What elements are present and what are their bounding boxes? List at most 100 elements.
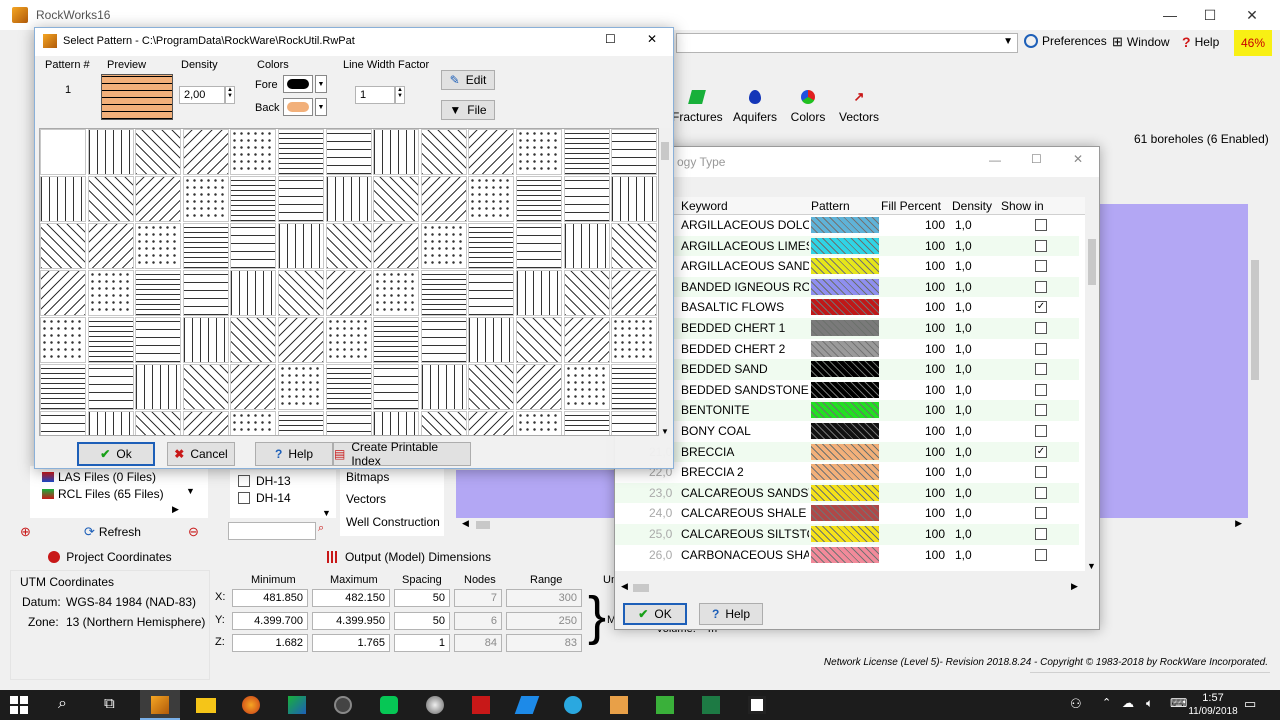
table-row[interactable]: 5,0BEDDED CHERT 11001,0 (615, 318, 1079, 339)
pattern-cell[interactable] (420, 364, 467, 410)
pattern-swatch[interactable] (811, 526, 879, 542)
table-row[interactable]: 22,0 BRECCIA 2 100 1,0 (615, 462, 1079, 483)
table-row[interactable]: 26,0 CARBONACEOUS SHALI 100 1,0 (615, 544, 1079, 566)
people-icon[interactable]: ⚇ (1070, 696, 1082, 712)
minimize-icon[interactable]: — (1148, 0, 1192, 30)
app-icon[interactable] (334, 696, 352, 714)
pattern-cell[interactable] (182, 176, 229, 222)
network-icon[interactable]: ☁ (1122, 696, 1134, 710)
pattern-cell[interactable] (40, 317, 86, 363)
pattern-cell[interactable] (611, 270, 658, 316)
app-icon[interactable] (748, 696, 766, 714)
pattern-cell[interactable] (563, 364, 610, 410)
pattern-cell[interactable] (182, 364, 229, 410)
task-view-icon[interactable]: ⧉ (104, 695, 115, 712)
pattern-cancel-button[interactable]: ✖ Cancel (167, 442, 235, 466)
show-legend-checkbox[interactable] (1035, 383, 1047, 396)
pattern-cell[interactable] (87, 176, 134, 222)
pattern-cell[interactable] (468, 270, 515, 316)
pattern-cell[interactable] (468, 317, 515, 363)
lithology-help-button[interactable]: ? Help (699, 603, 763, 625)
line-icon[interactable] (380, 696, 398, 714)
app-icon[interactable] (426, 696, 444, 714)
pattern-swatch[interactable] (811, 258, 879, 275)
pattern-cell[interactable] (325, 317, 372, 363)
pattern-swatch[interactable] (811, 361, 879, 378)
layout-dropdown[interactable]: ▼ (676, 33, 1018, 53)
table-row[interactable]: 0,0BONY COAL1001,0 (615, 421, 1079, 442)
table-row[interactable]: 3,0BANDED IGNEOUS ROC1001,0 (615, 276, 1079, 298)
pattern-cell[interactable] (468, 411, 515, 435)
pattern-cell[interactable] (135, 364, 182, 410)
pattern-cell[interactable] (325, 176, 372, 222)
density-spinner[interactable]: ▲ ▼ (225, 86, 235, 104)
pattern-cell[interactable] (87, 129, 134, 175)
minimize-icon[interactable]: — (989, 153, 1001, 167)
pattern-swatch[interactable] (811, 464, 879, 481)
pattern-cell[interactable] (516, 129, 562, 175)
table-row[interactable]: 4,0BASALTIC FLOWS1001,0✓ (615, 297, 1079, 318)
pattern-cell[interactable] (40, 364, 86, 410)
maximize-icon[interactable]: ☐ (605, 32, 616, 46)
pattern-swatch[interactable] (811, 423, 879, 439)
pattern-cell[interactable] (135, 223, 182, 269)
vertical-scrollbar[interactable] (1248, 204, 1262, 522)
pattern-swatch[interactable] (811, 299, 879, 316)
vectors-button[interactable]: ↗ Vectors (836, 90, 882, 125)
pattern-cell[interactable] (135, 317, 182, 363)
show-legend-checkbox[interactable] (1035, 528, 1047, 540)
aquifers-button[interactable]: Aquifers (730, 90, 780, 124)
line-width-spinner[interactable]: ▲ ▼ (395, 86, 405, 104)
filter-icon[interactable]: ⌕ (318, 522, 332, 538)
pattern-cell[interactable] (182, 411, 229, 435)
pattern-swatch[interactable] (811, 237, 879, 254)
pattern-cell[interactable] (278, 317, 324, 363)
pattern-cell[interactable] (373, 223, 420, 269)
menu-item-vectors[interactable]: Vectors (346, 492, 386, 506)
pattern-cell[interactable] (230, 223, 277, 269)
pattern-cell[interactable] (135, 129, 182, 175)
table-row[interactable]: 21,0BRECCIA1001,0✓ (615, 441, 1079, 463)
las-files-node[interactable]: LAS Files (0 Files) (42, 470, 156, 484)
pattern-cell[interactable] (325, 364, 372, 410)
pattern-cell[interactable] (135, 270, 182, 316)
notification-icon[interactable]: ▭ (1244, 696, 1256, 712)
pattern-cell[interactable] (373, 317, 420, 363)
help-menu[interactable]: ? Help (1182, 34, 1219, 50)
file-button[interactable]: ▼ File (441, 100, 495, 120)
table-row[interactable]: 24,0 CALCAREOUS SHALE 100 1,0 (615, 503, 1079, 524)
pattern-cell[interactable] (420, 223, 467, 269)
pattern-swatch[interactable] (811, 443, 879, 460)
pattern-cell[interactable] (182, 223, 229, 269)
pattern-cell[interactable] (230, 364, 277, 410)
explorer-icon[interactable] (196, 698, 216, 713)
pattern-cell[interactable] (373, 176, 420, 222)
start-icon[interactable] (10, 696, 28, 714)
pattern-cell[interactable] (278, 411, 324, 435)
borehole-item[interactable]: DH-14 (238, 491, 291, 505)
show-legend-checkbox[interactable] (1035, 404, 1047, 417)
rockworks-taskbar-icon[interactable] (140, 690, 180, 720)
preferences-button[interactable]: Preferences (1024, 34, 1107, 48)
show-legend-checkbox[interactable] (1035, 507, 1047, 520)
pattern-cell[interactable] (468, 129, 515, 175)
zoom-out-icon[interactable]: ⊖ (188, 524, 199, 540)
pattern-cell[interactable] (611, 223, 658, 269)
show-legend-checkbox[interactable] (1035, 548, 1047, 561)
menu-item-bitmaps[interactable]: Bitmaps (346, 470, 389, 484)
show-legend-checkbox[interactable]: ✓ (1035, 301, 1047, 314)
pattern-cell[interactable] (278, 270, 324, 316)
z-spacing-field[interactable]: 1 (394, 634, 450, 652)
pattern-cell[interactable] (563, 129, 610, 175)
output-dims-header[interactable]: Output (Model) Dimensions (214, 546, 604, 568)
col-fill-percent[interactable]: Fill Percent (881, 199, 941, 213)
pattern-cell[interactable] (278, 223, 324, 269)
table-row[interactable]: 9,0BENTONITE1001,0 (615, 400, 1079, 421)
edit-button[interactable]: ✎ Edit (441, 70, 495, 90)
checkbox[interactable] (238, 492, 250, 504)
pattern-cell[interactable] (563, 411, 610, 435)
pattern-cell[interactable] (611, 411, 658, 435)
pattern-swatch[interactable] (811, 402, 879, 419)
pattern-swatch[interactable] (811, 217, 879, 233)
pattern-cell[interactable] (516, 270, 562, 316)
